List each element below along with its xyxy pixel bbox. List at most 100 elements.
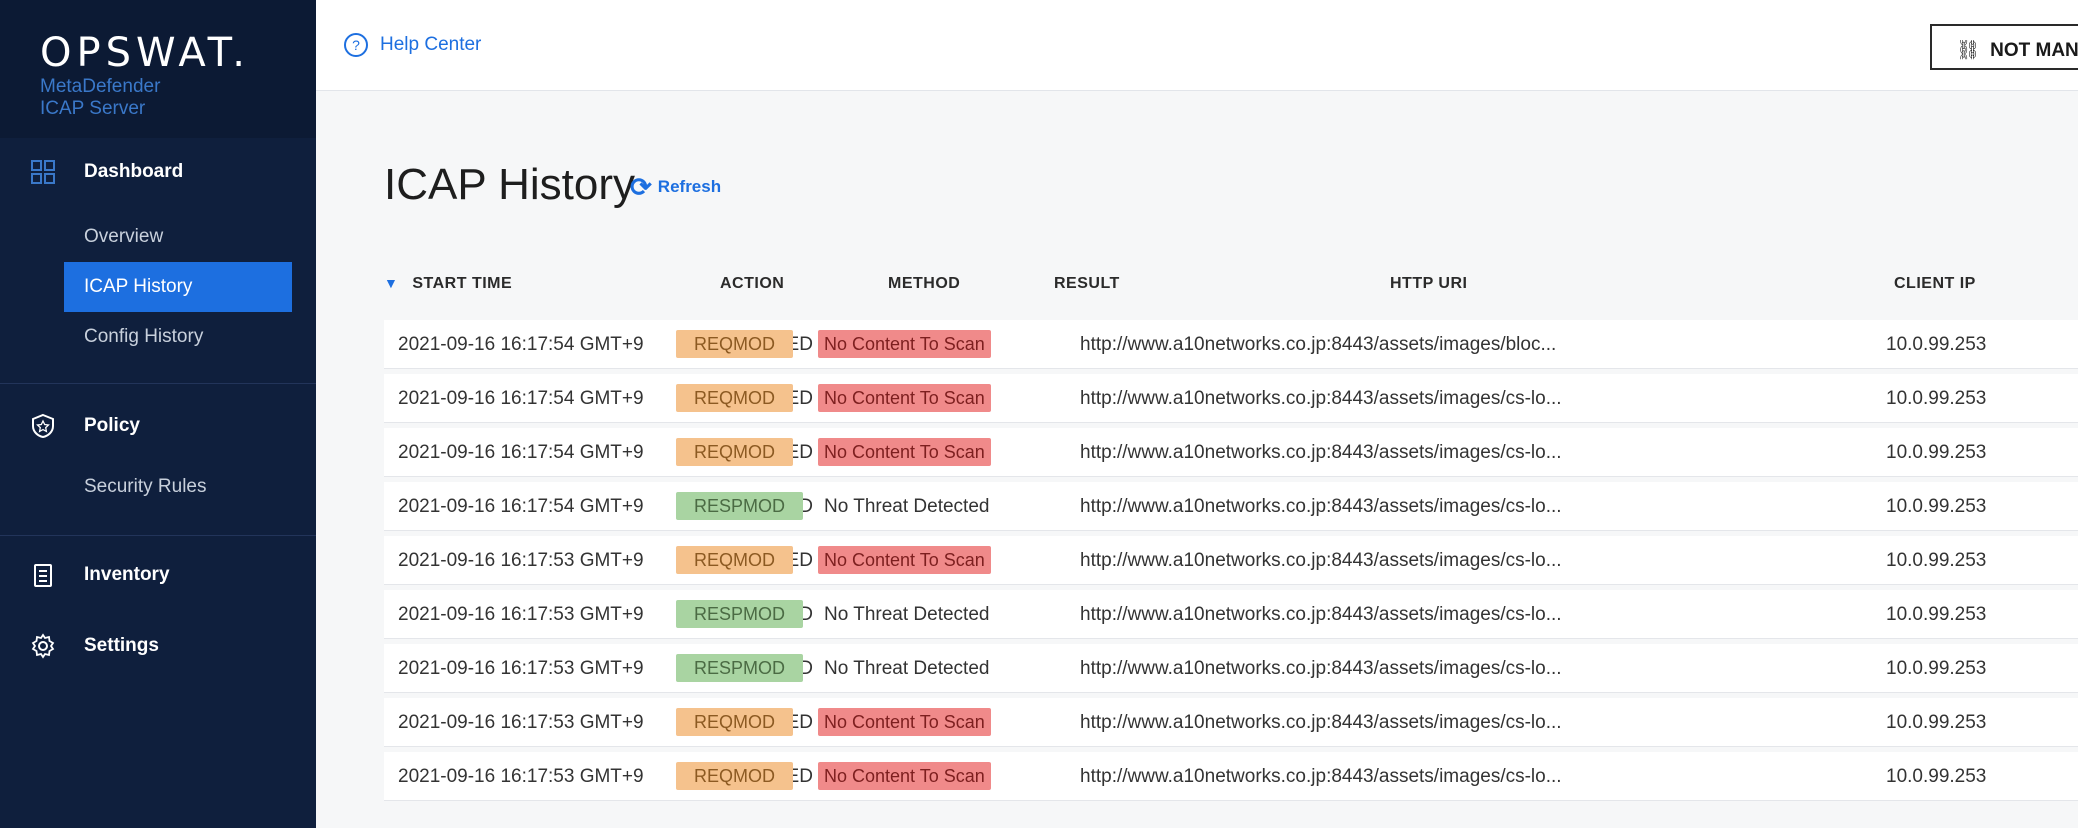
- table-row[interactable]: 2021-09-16 16:17:53 GMT+9ALLOWEDREQMODNo…: [384, 752, 2078, 801]
- method-badge: REQMOD: [676, 762, 793, 790]
- cell-client-ip: 10.0.99.253: [1886, 388, 1987, 409]
- cell-client-ip: 10.0.99.253: [1886, 766, 1987, 787]
- help-center-link[interactable]: ? Help Center: [344, 33, 481, 57]
- cell-http-uri[interactable]: http://www.a10networks.co.jp:8443/assets…: [1080, 658, 1562, 680]
- cell-start-time: 2021-09-16 16:17:54 GMT+9: [398, 442, 644, 463]
- table-row[interactable]: 2021-09-16 16:17:53 GMT+9ALLOWEDREQMODNo…: [384, 698, 2078, 747]
- cell-http-uri[interactable]: http://www.a10networks.co.jp:8443/assets…: [1080, 550, 1562, 572]
- refresh-label: Refresh: [657, 176, 722, 196]
- cell-result: No Threat Detected: [824, 604, 990, 625]
- cell-http-uri[interactable]: http://www.a10networks.co.jp:8443/assets…: [1080, 388, 1562, 410]
- table-row[interactable]: 2021-09-16 16:17:54 GMT+9ALLOWEDREQMODNo…: [384, 374, 2078, 423]
- column-header-http-uri[interactable]: HTTP URI: [1390, 275, 1467, 293]
- cell-http-uri[interactable]: http://www.a10networks.co.jp:8443/assets…: [1080, 604, 1562, 626]
- result-badge: No Content To Scan: [818, 546, 991, 574]
- grid-icon: [31, 160, 55, 184]
- cell-start-time: 2021-09-16 16:17:54 GMT+9: [398, 496, 644, 517]
- top-bar: ? Help Center ⛓ NOT MANA: [316, 0, 2078, 91]
- table-row[interactable]: 2021-09-16 16:17:53 GMT+9ALLOWEDRESPMODN…: [384, 644, 2078, 693]
- product-name-line1: MetaDefender: [40, 76, 161, 97]
- cell-client-ip: 10.0.99.253: [1886, 550, 1987, 571]
- broken-link-icon: ⛓: [1956, 40, 1981, 61]
- cell-start-time: 2021-09-16 16:17:53 GMT+9: [398, 766, 644, 787]
- table-row[interactable]: 2021-09-16 16:17:53 GMT+9ALLOWEDRESPMODN…: [384, 590, 2078, 639]
- refresh-button[interactable]: ⟳ Refresh: [630, 172, 721, 203]
- sidebar-divider: [0, 535, 316, 536]
- method-badge: REQMOD: [676, 384, 793, 412]
- management-status-label: NOT MANA: [1990, 40, 2078, 61]
- shield-icon: [32, 413, 54, 439]
- cell-http-uri[interactable]: http://www.a10networks.co.jp:8443/assets…: [1080, 496, 1562, 518]
- method-badge: REQMOD: [676, 546, 793, 574]
- cell-result: No Threat Detected: [824, 658, 990, 679]
- cell-start-time: 2021-09-16 16:17:53 GMT+9: [398, 658, 644, 679]
- column-header-method[interactable]: METHOD: [888, 275, 960, 293]
- sidebar-item-label: Dashboard: [84, 161, 184, 182]
- cell-http-uri[interactable]: http://www.a10networks.co.jp:8443/assets…: [1080, 334, 1556, 356]
- sidebar-item-inventory[interactable]: Inventory: [0, 553, 316, 597]
- cell-start-time: 2021-09-16 16:17:53 GMT+9: [398, 604, 644, 625]
- product-name: MetaDefender ICAP Server: [40, 76, 160, 120]
- sidebar-divider: [0, 383, 316, 384]
- sidebar-item-label: Settings: [84, 635, 159, 656]
- cell-http-uri[interactable]: http://www.a10networks.co.jp:8443/assets…: [1080, 766, 1562, 788]
- filter-icon[interactable]: ▼: [384, 275, 398, 291]
- cell-client-ip: 10.0.99.253: [1886, 658, 1987, 679]
- sidebar-item-label: ICAP History: [84, 276, 193, 297]
- sidebar-item-security-rules[interactable]: Security Rules: [64, 462, 292, 512]
- sidebar-item-label: Security Rules: [84, 476, 207, 497]
- table-row[interactable]: 2021-09-16 16:17:54 GMT+9ALLOWEDREQMODNo…: [384, 320, 2078, 369]
- result-badge: No Content To Scan: [818, 438, 991, 466]
- cell-start-time: 2021-09-16 16:17:53 GMT+9: [398, 712, 644, 733]
- refresh-icon: ⟳: [630, 172, 652, 202]
- help-center-label: Help Center: [380, 34, 482, 56]
- cell-client-ip: 10.0.99.253: [1886, 442, 1987, 463]
- clipboard-icon: [34, 564, 52, 587]
- table-row[interactable]: 2021-09-16 16:17:53 GMT+9ALLOWEDREQMODNo…: [384, 536, 2078, 585]
- sidebar-item-dashboard[interactable]: Dashboard: [0, 150, 316, 194]
- sidebar-item-policy[interactable]: Policy: [0, 404, 316, 448]
- sidebar-item-settings[interactable]: Settings: [0, 624, 316, 668]
- method-badge: REQMOD: [676, 438, 793, 466]
- column-header-start-time[interactable]: ▼ START TIME: [384, 275, 512, 293]
- result-badge: No Content To Scan: [818, 708, 991, 736]
- result-badge: No Content To Scan: [818, 762, 991, 790]
- cell-client-ip: 10.0.99.253: [1886, 604, 1987, 625]
- method-badge: RESPMOD: [676, 492, 804, 520]
- sidebar-item-config-history[interactable]: Config History: [64, 312, 292, 362]
- cell-http-uri[interactable]: http://www.a10networks.co.jp:8443/assets…: [1080, 712, 1562, 734]
- sidebar-item-icap-history[interactable]: ICAP History: [64, 262, 292, 312]
- sidebar-item-label: Config History: [84, 326, 204, 347]
- result-badge: No Content To Scan: [818, 330, 991, 358]
- opswat-logo[interactable]: OPSWAT.: [40, 30, 250, 76]
- sidebar-item-label: Inventory: [84, 564, 170, 585]
- cell-http-uri[interactable]: http://www.a10networks.co.jp:8443/assets…: [1080, 442, 1562, 464]
- method-badge: REQMOD: [676, 708, 793, 736]
- question-icon: ?: [344, 33, 368, 57]
- method-badge: REQMOD: [676, 330, 793, 358]
- product-name-line2: ICAP Server: [40, 98, 146, 119]
- cell-client-ip: 10.0.99.253: [1886, 496, 1987, 517]
- cell-result: No Threat Detected: [824, 496, 990, 517]
- brand-block: OPSWAT. MetaDefender ICAP Server: [0, 0, 316, 138]
- gear-icon: [31, 633, 55, 659]
- column-header-label: START TIME: [412, 275, 513, 292]
- result-badge: No Content To Scan: [818, 384, 991, 412]
- column-header-client-ip[interactable]: CLIENT IP: [1894, 275, 1976, 293]
- cell-start-time: 2021-09-16 16:17:54 GMT+9: [398, 334, 644, 355]
- cell-client-ip: 10.0.99.253: [1886, 712, 1987, 733]
- table-row[interactable]: 2021-09-16 16:17:54 GMT+9ALLOWEDRESPMODN…: [384, 482, 2078, 531]
- method-badge: RESPMOD: [676, 654, 804, 682]
- column-header-result[interactable]: RESULT: [1054, 275, 1120, 293]
- sidebar-item-label: Policy: [84, 415, 140, 436]
- cell-start-time: 2021-09-16 16:17:53 GMT+9: [398, 550, 644, 571]
- cell-start-time: 2021-09-16 16:17:54 GMT+9: [398, 388, 644, 409]
- sidebar-item-label: Overview: [84, 226, 164, 247]
- sidebar-item-overview[interactable]: Overview: [64, 212, 292, 262]
- page-title: ICAP History: [384, 160, 636, 209]
- column-header-action[interactable]: ACTION: [720, 275, 784, 293]
- management-status-button[interactable]: ⛓ NOT MANA: [1930, 24, 2078, 70]
- table-row[interactable]: 2021-09-16 16:17:54 GMT+9ALLOWEDREQMODNo…: [384, 428, 2078, 477]
- method-badge: RESPMOD: [676, 600, 804, 628]
- sidebar: OPSWAT. MetaDefender ICAP Server Dashboa…: [0, 0, 316, 828]
